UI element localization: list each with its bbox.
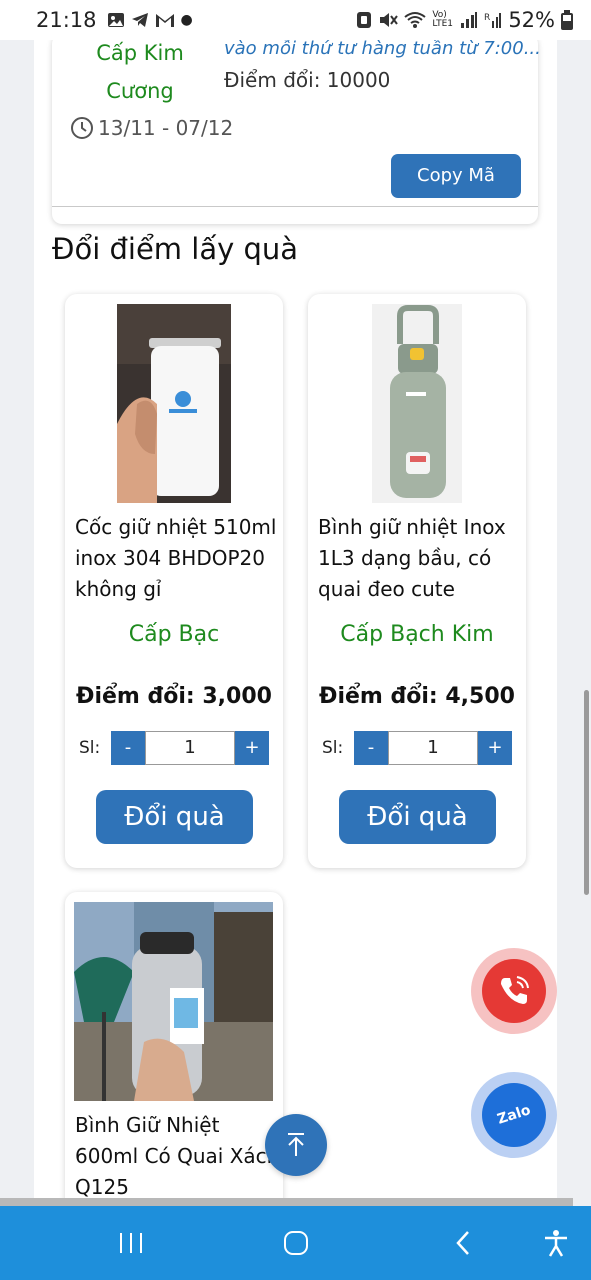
voucher-level: Cấp Kim Cương bbox=[96, 41, 184, 103]
voucher-date: 13/11 - 07/12 bbox=[70, 116, 233, 140]
status-right-icons: Vo) LTE1 R 52% bbox=[356, 8, 573, 32]
accessibility-button[interactable] bbox=[536, 1228, 576, 1258]
product-image bbox=[372, 304, 462, 503]
signal-r-icon: R bbox=[484, 13, 502, 28]
signal-icon bbox=[461, 12, 478, 28]
section-title: Đổi điểm lấy quà bbox=[52, 232, 299, 266]
zalo-chat-button[interactable]: Zalo bbox=[471, 1072, 557, 1158]
redeem-button[interactable]: Đổi quà bbox=[339, 790, 496, 844]
wifi-icon bbox=[404, 12, 426, 28]
voucher-points: Điểm đổi: 10000 bbox=[224, 68, 391, 92]
copy-code-button[interactable]: Copy Mã bbox=[391, 154, 521, 198]
voucher-date-range: 13/11 - 07/12 bbox=[98, 116, 234, 140]
quantity-minus-button[interactable]: - bbox=[354, 731, 388, 765]
product-level: Cấp Bạch Kim bbox=[340, 622, 494, 647]
telegram-icon bbox=[131, 13, 148, 27]
redeem-button[interactable]: Đổi quà bbox=[96, 790, 253, 844]
back-button[interactable] bbox=[443, 1228, 483, 1258]
product-name: Bình Giữ Nhiệt 600ml Có Quai Xách Q125 bbox=[75, 1113, 280, 1199]
product-card: Bình giữ nhiệt Inox 1L3 dạng bầu, có qua… bbox=[308, 294, 526, 868]
quantity-label: Sl: bbox=[322, 738, 344, 758]
page-content: Cấp Kim Cương vào mỗi thứ tư hàng tuần t… bbox=[34, 40, 557, 1206]
product-image bbox=[74, 902, 273, 1101]
status-left-icons: ● bbox=[107, 11, 193, 29]
white-tumbler-image bbox=[117, 304, 231, 503]
horizontal-scrollbar[interactable] bbox=[0, 1198, 573, 1206]
product-points: Điểm đổi: 3,000 bbox=[76, 684, 272, 709]
recent-apps-icon bbox=[120, 1233, 142, 1253]
nfc-icon bbox=[357, 12, 372, 28]
voucher-card: Cấp Kim Cương vào mỗi thứ tư hàng tuần t… bbox=[52, 40, 541, 224]
quantity-stepper: Sl: - 1 + bbox=[79, 731, 269, 765]
svg-text:R: R bbox=[484, 13, 490, 23]
call-button-inner bbox=[482, 959, 546, 1023]
system-nav-bar bbox=[0, 1206, 591, 1280]
scroll-to-top-button[interactable] bbox=[265, 1114, 327, 1176]
gallery-icon bbox=[107, 13, 124, 27]
quantity-label: Sl: bbox=[79, 738, 101, 758]
quantity-input[interactable]: 1 bbox=[145, 731, 235, 765]
battery-percent: 52% bbox=[508, 8, 555, 32]
battery-icon bbox=[561, 10, 573, 30]
status-bar: 21:18 ● Vo) LTE1 R 52% bbox=[0, 0, 591, 40]
gmail-icon bbox=[155, 14, 174, 27]
green-bottle-image bbox=[372, 304, 462, 503]
product-card: Cốc giữ nhiệt 510ml inox 304 BHDOP20 khô… bbox=[65, 294, 283, 868]
vertical-scrollbar[interactable] bbox=[584, 690, 589, 895]
product-level: Cấp Bạc bbox=[128, 622, 220, 647]
product-name: Bình giữ nhiệt Inox 1L3 dạng bầu, có qua… bbox=[318, 515, 506, 601]
mute-icon bbox=[380, 13, 399, 27]
status-time: 21:18 bbox=[36, 8, 97, 32]
phone-icon bbox=[501, 976, 529, 1004]
quantity-stepper: Sl: - 1 + bbox=[322, 731, 512, 765]
zalo-chat-inner: Zalo bbox=[482, 1083, 546, 1147]
home-button[interactable] bbox=[276, 1228, 316, 1258]
arrow-up-icon bbox=[288, 1133, 304, 1156]
voucher-description: vào mỗi thứ tư hàng tuần từ 7:00... bbox=[224, 40, 541, 59]
quantity-input[interactable]: 1 bbox=[388, 731, 478, 765]
section-divider bbox=[52, 206, 538, 207]
dot-icon: ● bbox=[180, 12, 193, 28]
quantity-plus-button[interactable]: + bbox=[478, 731, 512, 765]
product-image bbox=[117, 304, 231, 503]
call-button[interactable] bbox=[471, 948, 557, 1034]
quantity-plus-button[interactable]: + bbox=[235, 731, 269, 765]
clock-icon bbox=[71, 117, 93, 139]
accessibility-icon bbox=[545, 1230, 567, 1257]
volte-icon: Vo) LTE1 bbox=[432, 10, 453, 29]
product-points: Điểm đổi: 4,500 bbox=[319, 684, 515, 709]
recent-apps-button[interactable] bbox=[111, 1228, 151, 1258]
product-card: Bình Giữ Nhiệt 600ml Có Quai Xách Q125 bbox=[65, 892, 283, 1206]
steel-flask-image bbox=[74, 902, 273, 1101]
quantity-minus-button[interactable]: - bbox=[111, 731, 145, 765]
home-icon bbox=[284, 1231, 308, 1255]
back-icon bbox=[456, 1231, 469, 1255]
product-name: Cốc giữ nhiệt 510ml inox 304 BHDOP20 khô… bbox=[75, 515, 277, 601]
zalo-label: Zalo bbox=[495, 1102, 533, 1128]
